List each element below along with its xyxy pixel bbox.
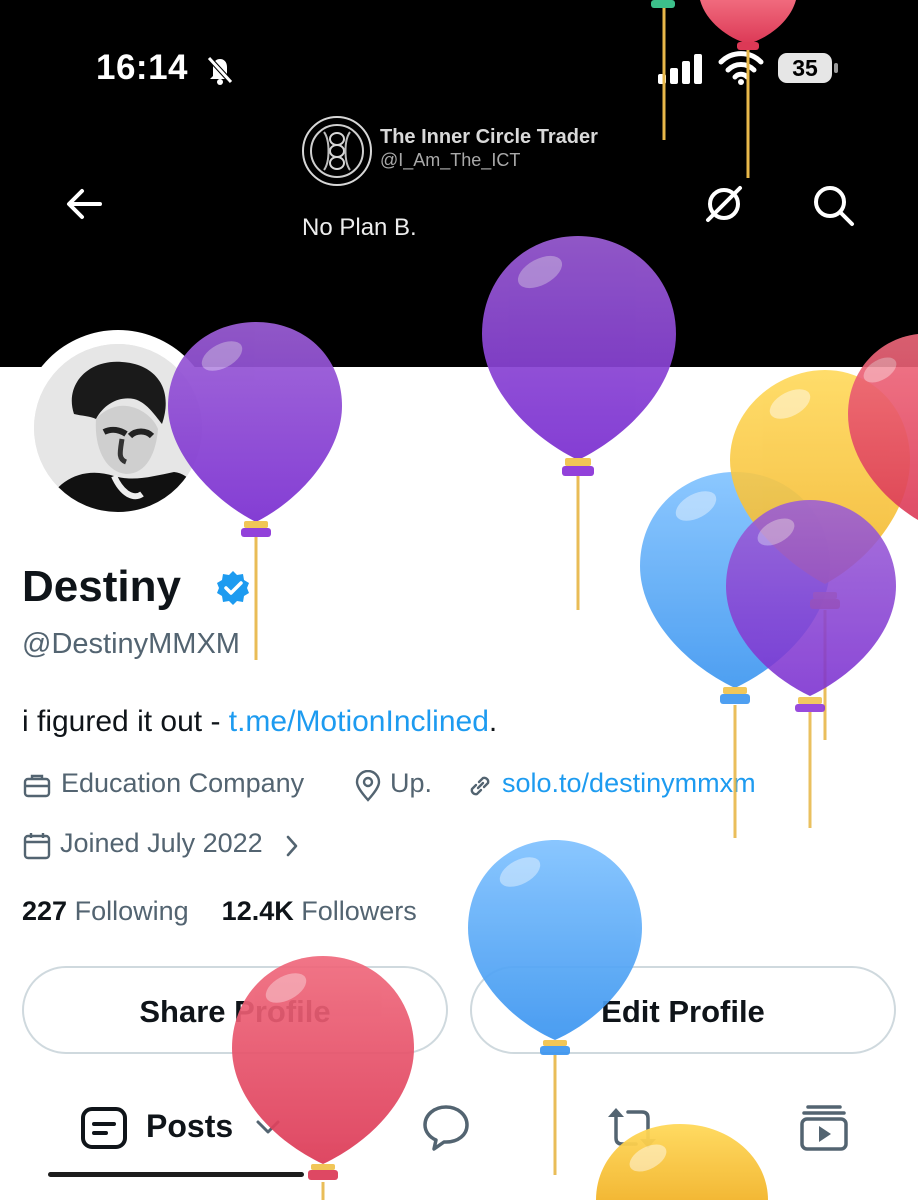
followers-count: 12.4K [221,896,294,926]
cellular-signal-icon [658,54,702,84]
tab-posts[interactable]: Posts [146,1108,233,1145]
following-label: Following [74,896,189,926]
replies-icon[interactable] [420,1102,472,1152]
banner-account-name: The Inner Circle Trader [380,126,598,148]
status-time: 16:14 [96,48,189,87]
share-profile-button[interactable]: Share Profile [22,966,448,1054]
bio-link[interactable]: t.me/MotionInclined [229,705,489,738]
battery-indicator: 35 [778,53,840,83]
following-stat[interactable]: 227 Following [22,896,189,926]
profile-handle: @DestinyMMXM [22,628,240,660]
location-pin-icon [355,770,381,802]
website-link[interactable]: solo.to/destinymmxm [502,768,756,799]
bio-text: i figured it out - [22,705,229,738]
profile-display-name: Destiny [22,562,181,611]
reposts-icon[interactable] [604,1104,660,1152]
profile-stats: 227 Following 12.4K Followers [22,896,417,927]
profile-avatar[interactable] [20,330,216,526]
followers-stat[interactable]: 12.4K Followers [222,896,417,926]
verified-badge-icon[interactable] [214,569,252,607]
chevron-down-icon[interactable] [254,1116,282,1140]
chevron-right-icon [286,835,298,857]
grok-icon[interactable] [700,180,748,228]
balloon-yellow-right [730,370,910,740]
profile-bio: i figured it out - t.me/MotionInclined. [22,705,497,739]
category-label: Education Company [61,768,305,798]
briefcase-icon [23,774,51,798]
wifi-icon [718,51,764,85]
search-icon[interactable] [808,180,858,230]
link-icon [470,776,490,796]
battery-level: 35 [792,55,818,81]
calendar-icon [23,833,51,860]
bio-end: . [488,705,498,738]
following-count: 227 [22,896,68,926]
followers-label: Followers [301,896,417,926]
banner-tagline: No Plan B. [302,214,417,241]
tab-active-indicator [48,1172,304,1177]
banner-account-avatar [302,116,372,186]
location-label: Up. [390,768,433,798]
edit-profile-button[interactable]: Edit Profile [470,966,896,1054]
back-arrow-icon[interactable] [62,182,106,226]
bell-muted-icon [207,56,233,85]
posts-icon[interactable] [80,1104,128,1152]
joined-label: Joined July 2022 [60,828,263,858]
media-icon[interactable] [798,1102,850,1154]
banner-account-handle: @I_Am_The_ICT [380,150,521,170]
